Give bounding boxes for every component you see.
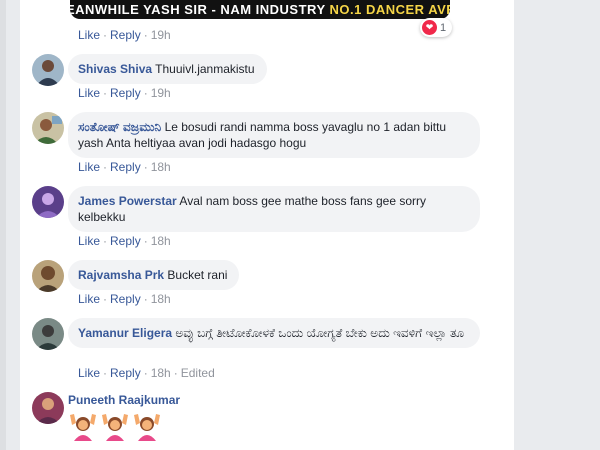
timestamp[interactable]: 19h: [151, 86, 171, 100]
comment-text: Bucket rani: [167, 268, 228, 282]
reply-link[interactable]: Reply: [110, 292, 141, 306]
avatar[interactable]: [32, 318, 64, 350]
like-link[interactable]: Like: [78, 160, 100, 174]
banner-text: MEANWHILE YASH SIR - NAM INDUSTRY NO.1 D…: [70, 2, 450, 17]
reply-link[interactable]: Reply: [110, 86, 141, 100]
page: MEANWHILE YASH SIR - NAM INDUSTRY NO.1 D…: [0, 0, 600, 450]
reply-link[interactable]: Reply: [110, 160, 141, 174]
woman-raising-hands-emoji: [132, 411, 162, 441]
avatar[interactable]: [32, 186, 64, 218]
timestamp[interactable]: 18h: [151, 160, 171, 174]
comment-actions: Like · Reply · 18h · Edited: [78, 366, 215, 380]
comment-actions: Like · Reply · 18h: [78, 160, 171, 174]
right-gutter: [514, 0, 600, 450]
comment-actions: Like · Reply · 18h: [78, 292, 171, 306]
comment-actions: Like · Reply · 18h: [78, 234, 171, 248]
like-link[interactable]: Like: [78, 86, 100, 100]
commenter-name[interactable]: ಸಂತೋಷ್ ವಜ್ರಮುನಿ: [78, 120, 161, 134]
like-link[interactable]: Like: [78, 28, 100, 42]
reaction-number: 1: [440, 21, 447, 34]
commenter-name[interactable]: James Powerstar: [78, 194, 177, 208]
comment-bubble: ಸಂತೋಷ್ ವಜ್ರಮುನಿ Le bosudi randi namma bo…: [68, 112, 480, 158]
avatar[interactable]: [32, 54, 64, 86]
emoji-sticker-row: [68, 411, 162, 441]
comment-bubble: Rajvamsha Prk Bucket rani: [68, 260, 240, 290]
reaction-count[interactable]: ❤ 1: [420, 18, 453, 37]
reply-link[interactable]: Reply: [110, 234, 141, 248]
woman-raising-hands-emoji: [68, 411, 98, 441]
timestamp[interactable]: 18h: [151, 292, 171, 306]
like-link[interactable]: Like: [78, 292, 100, 306]
reply-link[interactable]: Reply: [110, 28, 141, 42]
avatar[interactable]: [32, 260, 64, 292]
commenter-name[interactable]: Puneeth Raajkumar: [68, 393, 180, 407]
comment-bubble: Yamanur Eligera ಅವ್ಳು ಬಗ್ಗೆ ತೀಟೋಕೋಳಕೆ ಒಂ…: [68, 318, 480, 348]
commenter-name[interactable]: Shivas Shiva: [78, 62, 152, 76]
left-edge: [0, 0, 6, 450]
avatar[interactable]: [32, 392, 64, 424]
commenter-name[interactable]: Rajvamsha Prk: [78, 268, 164, 282]
comment-text: ಅವ್ಳು ಬಗ್ಗೆ ತೀಟೋಕೋಳಕೆ ಒಂದು ಯೋಗ್ಯತೆ ಬೇಕು …: [175, 326, 465, 340]
like-link[interactable]: Like: [78, 366, 100, 380]
comment-actions-0: Like · Reply · 19h: [78, 28, 171, 42]
timestamp[interactable]: 18h: [151, 366, 171, 380]
comment-actions: Like · Reply · 19h: [78, 86, 171, 100]
comment-image-banner[interactable]: MEANWHILE YASH SIR - NAM INDUSTRY NO.1 D…: [70, 0, 450, 19]
woman-raising-hands-emoji: [100, 411, 130, 441]
edited-label[interactable]: Edited: [181, 366, 215, 380]
like-link[interactable]: Like: [78, 234, 100, 248]
avatar[interactable]: [32, 112, 64, 144]
reply-link[interactable]: Reply: [110, 366, 141, 380]
comment-bubble: Shivas Shiva Thuuivl.janmakistu: [68, 54, 267, 84]
heart-icon: ❤: [422, 20, 437, 35]
commenter-name[interactable]: Yamanur Eligera: [78, 326, 172, 340]
timestamp[interactable]: 18h: [151, 234, 171, 248]
comment-text: Thuuivl.janmakistu: [155, 62, 255, 76]
timestamp[interactable]: 19h: [151, 28, 171, 42]
comment-bubble: James Powerstar Aval nam boss gee mathe …: [68, 186, 480, 232]
